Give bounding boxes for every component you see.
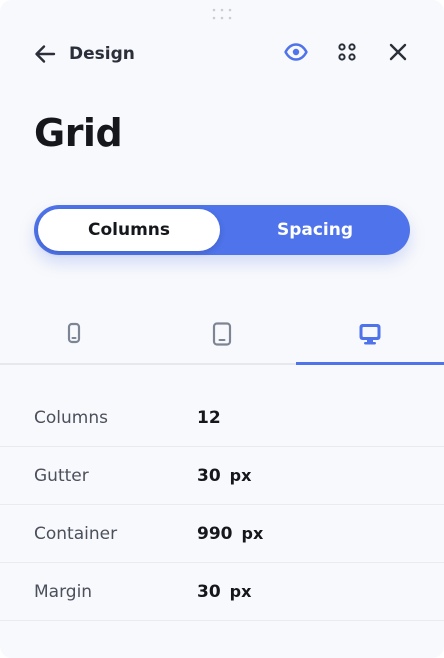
arrow-left-icon xyxy=(34,44,56,64)
property-value[interactable]: 12 xyxy=(197,408,221,428)
property-label: Gutter xyxy=(34,465,89,486)
segment-columns[interactable]: Columns xyxy=(38,209,220,251)
grid-settings-panel: Design Grid Columns Spacing Columns 12 G… xyxy=(0,0,444,658)
dots-grid-icon xyxy=(337,42,357,66)
property-label: Columns xyxy=(34,407,108,428)
property-row-container[interactable]: Container 990 px xyxy=(0,505,444,563)
property-value[interactable]: 30 xyxy=(197,582,221,602)
mode-segmented-control: Columns Spacing xyxy=(34,205,410,255)
preview-button[interactable] xyxy=(284,42,308,66)
property-row-gutter[interactable]: Gutter 30 px xyxy=(0,447,444,505)
close-icon xyxy=(388,42,408,66)
back-label: Design xyxy=(69,44,135,64)
back-button[interactable]: Design xyxy=(34,44,135,64)
tab-mobile[interactable] xyxy=(0,313,148,365)
page-title: Grid xyxy=(34,111,123,155)
eye-icon xyxy=(284,43,308,65)
segment-spacing[interactable]: Spacing xyxy=(224,209,406,251)
property-row-margin[interactable]: Margin 30 px xyxy=(0,563,444,621)
property-label: Margin xyxy=(34,581,93,602)
tab-desktop[interactable] xyxy=(296,313,444,365)
close-button[interactable] xyxy=(386,42,410,66)
header-actions xyxy=(284,42,410,66)
grid-properties-list: Columns 12 Gutter 30 px Container 990 px… xyxy=(0,389,444,621)
property-label: Container xyxy=(34,523,118,544)
property-row-columns[interactable]: Columns 12 xyxy=(0,389,444,447)
property-unit: px xyxy=(229,466,252,485)
tab-tablet[interactable] xyxy=(148,313,296,365)
property-value[interactable]: 30 xyxy=(197,466,221,486)
device-tabs xyxy=(0,313,444,365)
drag-handle-icon[interactable] xyxy=(211,6,233,20)
tablet-icon xyxy=(212,322,232,350)
property-unit: px xyxy=(229,582,252,601)
property-unit: px xyxy=(241,524,264,543)
apps-button[interactable] xyxy=(335,42,359,66)
panel-header: Design xyxy=(34,38,410,70)
property-value[interactable]: 990 xyxy=(197,524,233,544)
phone-icon xyxy=(67,322,81,348)
desktop-icon xyxy=(358,322,382,350)
